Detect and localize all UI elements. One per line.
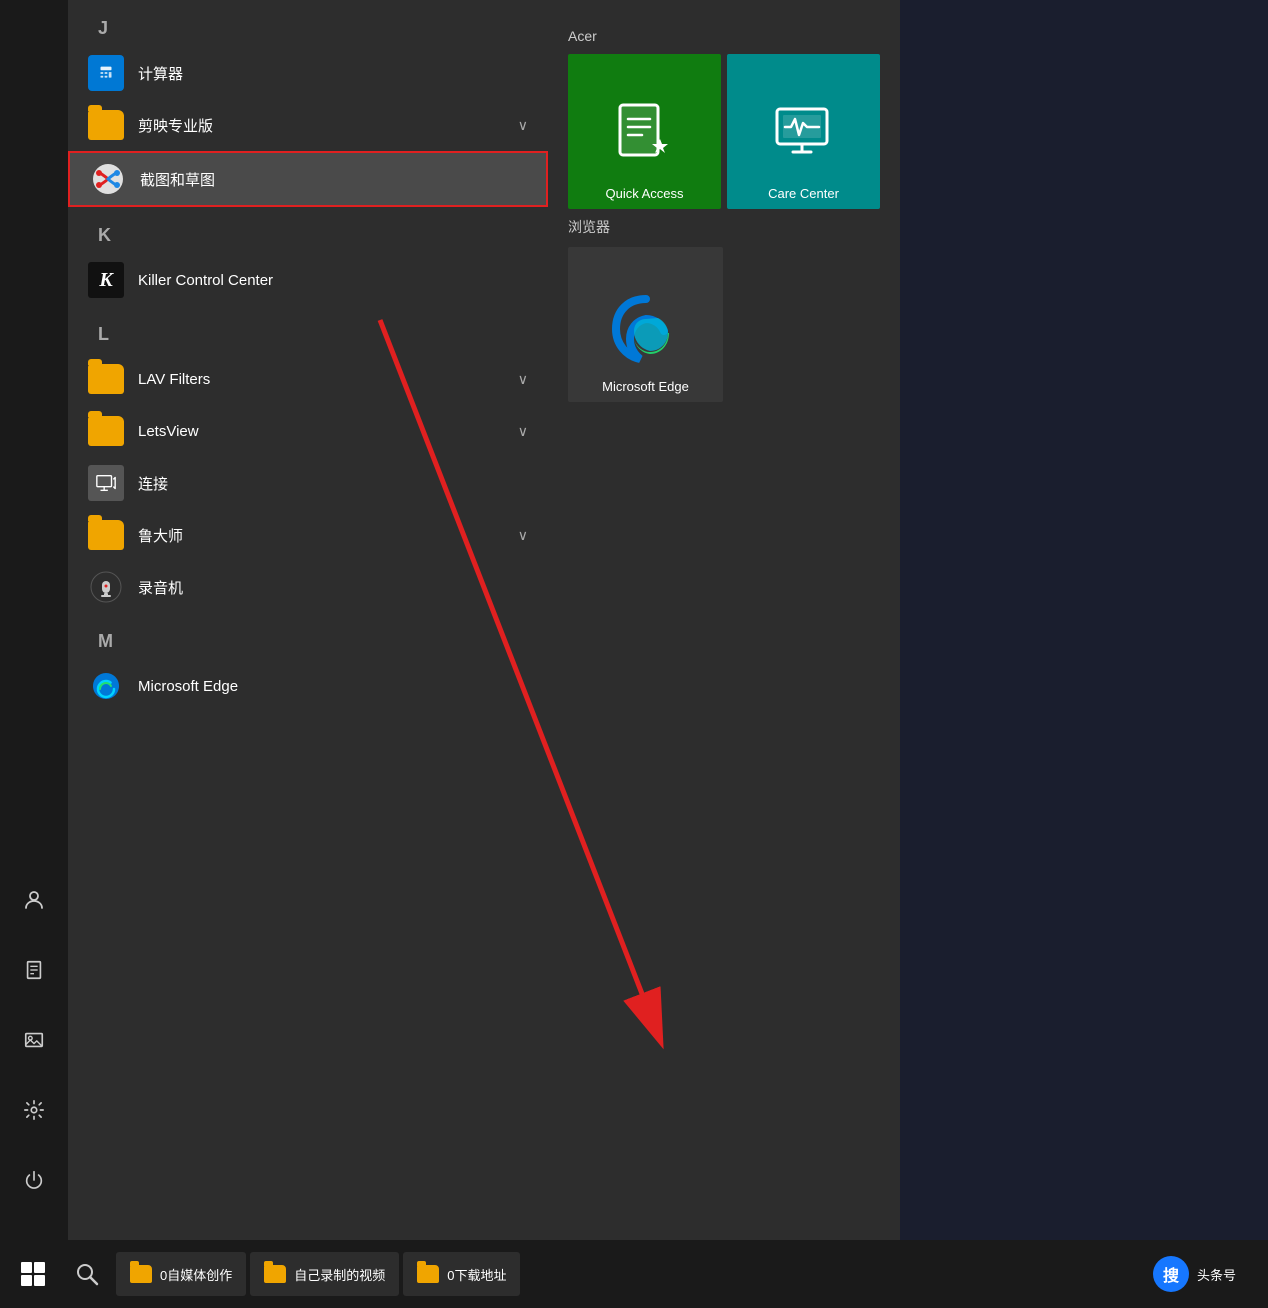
app-lav[interactable]: LAV Filters ∨ <box>68 353 548 405</box>
quickaccess-label: Quick Access <box>605 186 683 201</box>
sidebar-power-icon[interactable] <box>14 1160 54 1200</box>
sogou-icon: 搜 <box>1153 1256 1189 1292</box>
lu-folder-icon <box>88 517 124 553</box>
calculator-label: 计算器 <box>138 63 528 84</box>
taskbar-recorded[interactable]: 自己录制的视频 <box>250 1252 399 1296</box>
snip-label: 截图和草图 <box>140 169 526 190</box>
download-folder-icon <box>417 1265 439 1283</box>
edge-icon <box>88 668 124 704</box>
taskbar-sogou[interactable]: 搜 头条号 <box>1139 1252 1250 1296</box>
letsview-label: LetsView <box>138 423 504 440</box>
tile-msedge[interactable]: Microsoft Edge <box>568 247 723 402</box>
letsview-folder-icon <box>88 413 124 449</box>
lu-label: 鲁大师 <box>138 525 504 546</box>
recorder-icon <box>88 569 124 605</box>
carecenter-label: Care Center <box>768 186 839 201</box>
killer-icon: K <box>88 262 124 298</box>
section-l: L <box>68 314 548 353</box>
lav-folder-icon <box>88 361 124 397</box>
edge-label: Microsoft Edge <box>138 678 528 695</box>
recorded-folder-icon <box>264 1265 286 1283</box>
app-lu[interactable]: 鲁大师 ∨ <box>68 509 548 561</box>
browser-tiles-row: Microsoft Edge <box>568 247 880 402</box>
snip-icon <box>90 161 126 197</box>
lav-label: LAV Filters <box>138 371 504 388</box>
download-label: 0下载地址 <box>447 1265 506 1284</box>
taskbar: 0自媒体创作 自己录制的视频 0下载地址 搜 头条号 <box>0 1240 1268 1308</box>
app-killer[interactable]: K Killer Control Center <box>68 254 548 306</box>
app-letsview[interactable]: LetsView ∨ <box>68 405 548 457</box>
lav-arrow: ∨ <box>518 371 528 388</box>
app-recorder[interactable]: 录音机 <box>68 561 548 613</box>
acer-tiles-row: Quick Access <box>568 54 880 209</box>
taskbar-self-media[interactable]: 0自媒体创作 <box>116 1252 246 1296</box>
app-edge[interactable]: Microsoft Edge <box>68 660 548 712</box>
carecenter-icon <box>769 97 839 180</box>
sidebar-settings-icon[interactable] <box>14 1090 54 1130</box>
jianying-label: 剪映专业版 <box>138 115 504 136</box>
tile-carecenter[interactable]: Care Center <box>727 54 880 209</box>
letsview-arrow: ∨ <box>518 423 528 440</box>
taskbar-right-area: 搜 头条号 <box>1139 1252 1260 1296</box>
app-list: J 计算器 <box>68 0 548 1240</box>
sidebar-pictures-icon[interactable] <box>14 1020 54 1060</box>
app-jianying[interactable]: 剪映专业版 ∨ <box>68 99 548 151</box>
quickaccess-icon <box>610 97 680 180</box>
acer-section-label: Acer <box>568 28 880 44</box>
self-media-folder-icon <box>130 1265 152 1283</box>
calculator-icon <box>88 55 124 91</box>
jianying-arrow: ∨ <box>518 117 528 134</box>
lu-arrow: ∨ <box>518 527 528 544</box>
app-snip[interactable]: 截图和草图 <box>68 151 548 207</box>
app-calculator[interactable]: 计算器 <box>68 47 548 99</box>
msedge-label: Microsoft Edge <box>602 379 689 394</box>
connect-icon <box>88 465 124 501</box>
start-menu: J 计算器 <box>0 0 900 1240</box>
recorded-label: 自己录制的视频 <box>294 1265 385 1284</box>
section-j: J <box>68 8 548 47</box>
self-media-label: 0自媒体创作 <box>160 1265 232 1284</box>
recorder-label: 录音机 <box>138 577 528 598</box>
search-button[interactable] <box>62 1249 112 1299</box>
tiles-area: Acer Quick Access <box>548 0 900 1240</box>
sidebar-document-icon[interactable] <box>14 950 54 990</box>
app-connect[interactable]: 连接 <box>68 457 548 509</box>
desktop-background <box>900 0 1268 1240</box>
taskbar-download[interactable]: 0下载地址 <box>403 1252 520 1296</box>
connect-label: 连接 <box>138 473 528 494</box>
sogou-label: 头条号 <box>1197 1265 1236 1284</box>
jianying-folder-icon <box>88 107 124 143</box>
section-k: K <box>68 215 548 254</box>
section-m: M <box>68 621 548 660</box>
sidebar-user-icon[interactable] <box>14 880 54 920</box>
tile-quickaccess[interactable]: Quick Access <box>568 54 721 209</box>
killer-label: Killer Control Center <box>138 272 528 289</box>
browser-section-label: 浏览器 <box>568 217 880 237</box>
edge-large-icon <box>606 289 686 369</box>
start-button[interactable] <box>8 1249 58 1299</box>
sidebar <box>0 0 68 1240</box>
